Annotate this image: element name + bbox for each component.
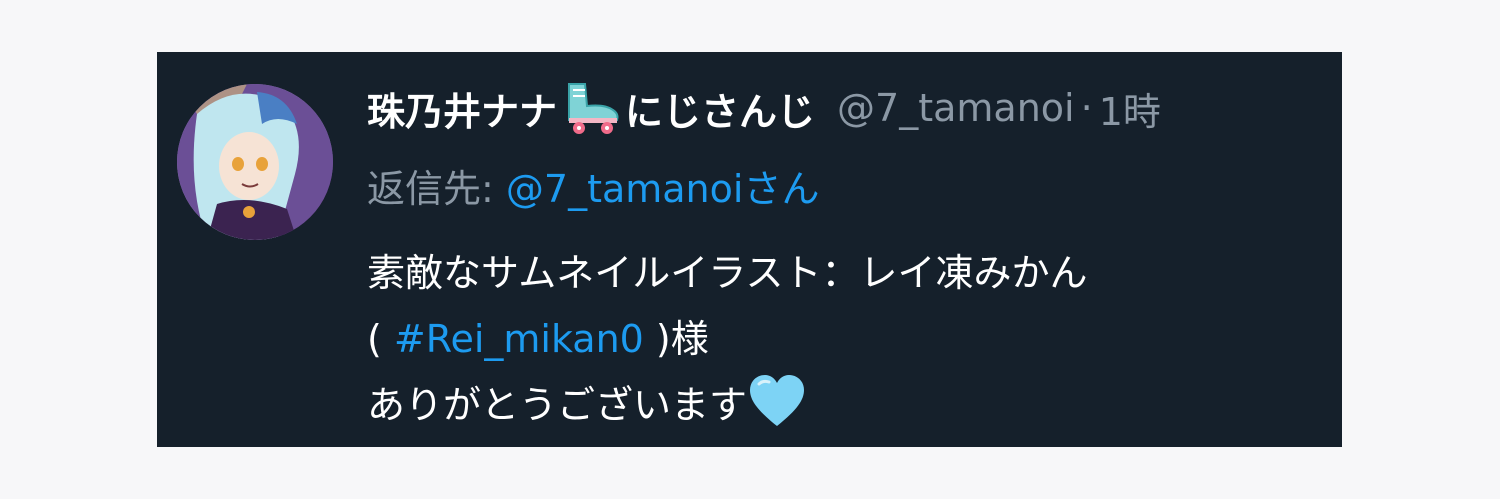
avatar-illustration (177, 84, 333, 240)
body-line-3: ありがとうございます (367, 372, 1327, 438)
tweet-header: 珠乃井ナナ にじさんじ @7_tamanoi · 1時 (367, 78, 1161, 138)
avatar[interactable] (177, 84, 333, 240)
body-line-2-prefix: ( (367, 317, 394, 361)
user-handle[interactable]: @7_tamanoi (837, 86, 1075, 130)
reply-to-line: 返信先: @7_tamanoiさん (367, 158, 819, 213)
roller-skate-icon (559, 80, 625, 136)
timestamp[interactable]: 1時 (1099, 81, 1161, 136)
reply-mention-link[interactable]: @7_tamanoi (506, 167, 744, 211)
body-line-2-suffix: )様 (643, 317, 709, 361)
body-line-2: ( #Rei_mikan0 )様 (367, 306, 1327, 372)
page: 珠乃井ナナ にじさんじ @7_tamanoi · 1時 返信先: @7_tama… (0, 0, 1500, 499)
reply-honorific[interactable]: さん (743, 167, 819, 211)
tweet-card[interactable]: 珠乃井ナナ にじさんじ @7_tamanoi · 1時 返信先: @7_tama… (157, 52, 1342, 447)
tweet-body: 素敵なサムネイルイラスト：レイ凍みかん ( #Rei_mikan0 )様 ありが… (367, 240, 1327, 438)
hashtag-link[interactable]: #Rei_mikan0 (394, 317, 644, 361)
body-line-3-text: ありがとうございます (367, 383, 748, 427)
light-blue-heart-icon (747, 372, 807, 432)
display-name[interactable]: 珠乃井ナナ (367, 81, 557, 136)
reply-label: 返信先: (367, 167, 506, 211)
separator-dot: · (1080, 86, 1093, 130)
display-name-suffix[interactable]: にじさんじ (625, 81, 815, 136)
body-line-1: 素敵なサムネイルイラスト：レイ凍みかん (367, 251, 1088, 295)
